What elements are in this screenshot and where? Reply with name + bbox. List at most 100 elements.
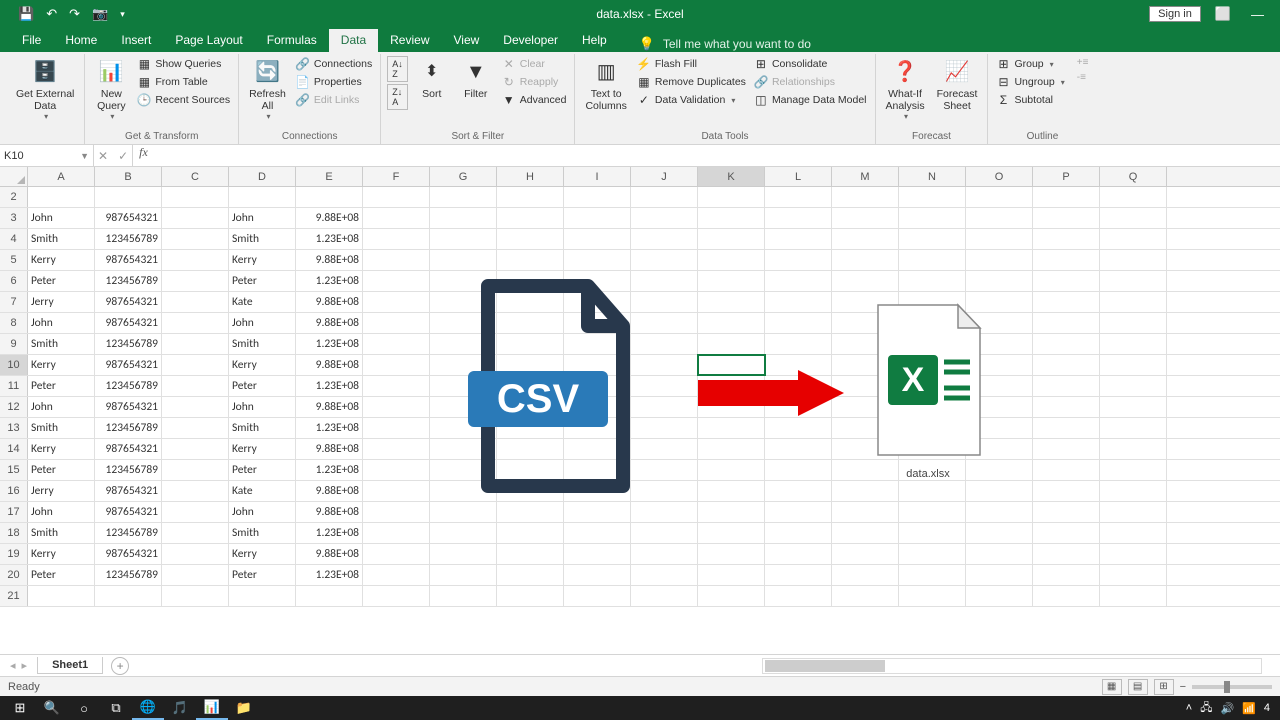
cell-B11[interactable]: 123456789 — [95, 376, 162, 396]
cell-J16[interactable] — [631, 481, 698, 501]
cell-D9[interactable]: Smith — [229, 334, 296, 354]
add-sheet-button[interactable]: + — [111, 657, 129, 675]
row-header-12[interactable]: 12 — [0, 397, 28, 417]
normal-view-button[interactable]: ▦ — [1102, 679, 1122, 695]
row-header-2[interactable]: 2 — [0, 187, 28, 207]
cell-Q15[interactable] — [1100, 460, 1167, 480]
cell-E18[interactable]: 1.23E+08 — [296, 523, 363, 543]
cancel-icon[interactable]: ✕ — [98, 149, 108, 163]
sheet-nav-prev-icon[interactable]: ▸ — [22, 659, 28, 672]
cell-J7[interactable] — [631, 292, 698, 312]
cell-O10[interactable] — [966, 355, 1033, 375]
tray-up-icon[interactable]: ˄ — [1186, 702, 1192, 714]
cell-M9[interactable] — [832, 334, 899, 354]
chrome-icon[interactable]: 🌐 — [132, 696, 164, 720]
cell-C10[interactable] — [162, 355, 229, 375]
cell-N13[interactable] — [899, 418, 966, 438]
cell-N21[interactable] — [899, 586, 966, 606]
cell-E16[interactable]: 9.88E+08 — [296, 481, 363, 501]
cell-B10[interactable]: 987654321 — [95, 355, 162, 375]
cell-J6[interactable] — [631, 271, 698, 291]
cell-E5[interactable]: 9.88E+08 — [296, 250, 363, 270]
cell-D15[interactable]: Peter — [229, 460, 296, 480]
cell-F10[interactable] — [363, 355, 430, 375]
cell-N19[interactable] — [899, 544, 966, 564]
row-header-20[interactable]: 20 — [0, 565, 28, 585]
cell-H11[interactable] — [497, 376, 564, 396]
cell-O18[interactable] — [966, 523, 1033, 543]
cell-C17[interactable] — [162, 502, 229, 522]
tab-developer[interactable]: Developer — [491, 29, 570, 52]
column-header-P[interactable]: P — [1033, 167, 1100, 186]
cell-J20[interactable] — [631, 565, 698, 585]
cell-C9[interactable] — [162, 334, 229, 354]
cell-J14[interactable] — [631, 439, 698, 459]
insert-function-icon[interactable]: fx — [133, 145, 154, 166]
cell-K17[interactable] — [698, 502, 765, 522]
cell-O2[interactable] — [966, 187, 1033, 207]
tab-file[interactable]: File — [10, 29, 53, 52]
manage-data-model-button[interactable]: ◫Manage Data Model — [752, 92, 869, 108]
cell-G11[interactable] — [430, 376, 497, 396]
cell-F9[interactable] — [363, 334, 430, 354]
tray-wifi-icon[interactable]: 📶 — [1242, 702, 1256, 715]
cell-C11[interactable] — [162, 376, 229, 396]
cell-F15[interactable] — [363, 460, 430, 480]
cell-P6[interactable] — [1033, 271, 1100, 291]
cell-Q21[interactable] — [1100, 586, 1167, 606]
cell-G17[interactable] — [430, 502, 497, 522]
recent-sources-button[interactable]: 🕒Recent Sources — [135, 92, 232, 108]
cell-G5[interactable] — [430, 250, 497, 270]
cell-P13[interactable] — [1033, 418, 1100, 438]
winamp-icon[interactable]: 🎵 — [164, 696, 196, 720]
row-header-11[interactable]: 11 — [0, 376, 28, 396]
cell-O20[interactable] — [966, 565, 1033, 585]
cell-Q3[interactable] — [1100, 208, 1167, 228]
cell-M11[interactable] — [832, 376, 899, 396]
cell-D6[interactable]: Peter — [229, 271, 296, 291]
cell-D20[interactable]: Peter — [229, 565, 296, 585]
row-header-15[interactable]: 15 — [0, 460, 28, 480]
advanced-filter-button[interactable]: ▼Advanced — [500, 92, 569, 108]
cell-B3[interactable]: 987654321 — [95, 208, 162, 228]
connections-button[interactable]: 🔗Connections — [294, 56, 374, 72]
cell-D7[interactable]: Kate — [229, 292, 296, 312]
cell-J2[interactable] — [631, 187, 698, 207]
cell-L9[interactable] — [765, 334, 832, 354]
cell-C13[interactable] — [162, 418, 229, 438]
cell-N20[interactable] — [899, 565, 966, 585]
cell-O9[interactable] — [966, 334, 1033, 354]
cell-E20[interactable]: 1.23E+08 — [296, 565, 363, 585]
cell-G19[interactable] — [430, 544, 497, 564]
minimize-icon[interactable]: — — [1245, 7, 1270, 22]
cell-G10[interactable] — [430, 355, 497, 375]
cell-N14[interactable] — [899, 439, 966, 459]
cell-M8[interactable] — [832, 313, 899, 333]
cell-P11[interactable] — [1033, 376, 1100, 396]
cell-K12[interactable] — [698, 397, 765, 417]
cell-O14[interactable] — [966, 439, 1033, 459]
cell-N18[interactable] — [899, 523, 966, 543]
cell-A2[interactable] — [28, 187, 95, 207]
cell-A18[interactable]: Smith — [28, 523, 95, 543]
column-header-L[interactable]: L — [765, 167, 832, 186]
get-external-data-button[interactable]: 🗄️ Get External Data — [12, 56, 78, 123]
cell-N7[interactable] — [899, 292, 966, 312]
cell-H21[interactable] — [497, 586, 564, 606]
cell-C21[interactable] — [162, 586, 229, 606]
cell-H10[interactable] — [497, 355, 564, 375]
cell-F21[interactable] — [363, 586, 430, 606]
cell-M10[interactable] — [832, 355, 899, 375]
cell-P2[interactable] — [1033, 187, 1100, 207]
cell-E8[interactable]: 9.88E+08 — [296, 313, 363, 333]
cell-Q5[interactable] — [1100, 250, 1167, 270]
zoom-out-button[interactable]: − — [1180, 681, 1186, 693]
cell-M17[interactable] — [832, 502, 899, 522]
cell-L2[interactable] — [765, 187, 832, 207]
cell-F4[interactable] — [363, 229, 430, 249]
tray-volume-icon[interactable]: 🔊 — [1220, 702, 1234, 715]
cell-H15[interactable] — [497, 460, 564, 480]
cell-D8[interactable]: John — [229, 313, 296, 333]
cell-Q4[interactable] — [1100, 229, 1167, 249]
cell-P16[interactable] — [1033, 481, 1100, 501]
